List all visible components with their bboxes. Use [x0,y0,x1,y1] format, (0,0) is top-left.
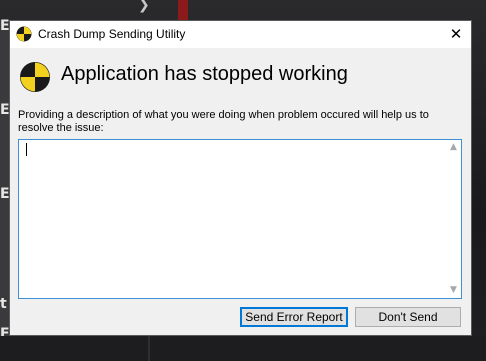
background-bottom-bar [0,336,486,361]
text-caret [26,143,27,156]
title-bar[interactable]: Crash Dump Sending Utility ✕ [10,21,471,48]
close-icon: ✕ [449,25,463,43]
crash-dialog: Crash Dump Sending Utility ✕ Application… [9,20,472,336]
warning-hazard-icon [16,26,32,42]
background-letter: t [0,296,7,312]
background-letter: E [0,186,9,202]
vertical-scrollbar[interactable]: ▲ ▼ [446,140,461,298]
dont-send-button[interactable]: Don't Send [355,307,461,327]
close-button[interactable]: ✕ [441,21,471,48]
description-label: Providing a description of what you were… [18,109,429,134]
scroll-down-icon[interactable]: ▼ [446,283,461,298]
scroll-up-icon[interactable]: ▲ [446,140,461,155]
background-divider [148,336,150,361]
window-title: Crash Dump Sending Utility [38,27,186,41]
warning-hazard-icon [20,62,50,92]
background-letter: E [0,102,9,118]
background-chevron-icon: ❯ [138,0,150,13]
send-error-report-button[interactable]: Send Error Report [240,307,348,327]
description-textarea[interactable]: ▲ ▼ [18,139,462,299]
background-left-strip [0,20,9,336]
background-letter: E [0,18,9,34]
background-red-stripe [178,0,188,20]
page-title: Application has stopped working [61,63,348,85]
